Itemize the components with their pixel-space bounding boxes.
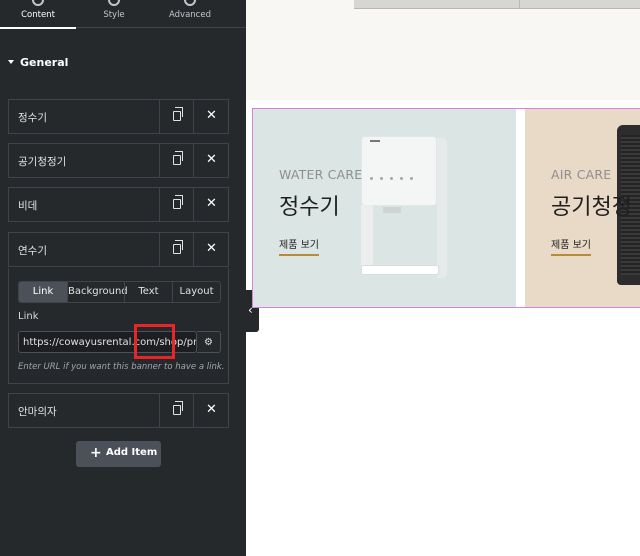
duplicate-button[interactable] — [159, 187, 194, 222]
canvas-previous-section — [246, 0, 640, 100]
tab-style-label: Style — [103, 10, 125, 20]
canvas-image-strip — [354, 0, 640, 9]
duplicate-button[interactable] — [159, 99, 194, 134]
repeater-item[interactable]: 공기청정기 ✕ — [8, 143, 229, 178]
duplicate-button[interactable] — [159, 393, 194, 428]
banner-title: 공기청정 — [551, 195, 632, 220]
plus-icon: + — [90, 445, 102, 461]
water-purifier-image — [361, 133, 461, 283]
remove-button[interactable]: ✕ — [193, 143, 228, 178]
add-item-label: Add Item — [106, 447, 158, 458]
copy-icon — [173, 240, 183, 254]
close-icon: ✕ — [206, 241, 217, 256]
remove-button[interactable]: ✕ — [193, 187, 228, 222]
remove-button[interactable]: ✕ — [193, 393, 228, 428]
repeater-item-title: 연수기 — [18, 245, 47, 257]
gear-icon: ⚙ — [204, 337, 213, 348]
banner-link[interactable]: 제품 보기 — [551, 236, 591, 256]
duplicate-button[interactable] — [159, 232, 194, 267]
banner-air-care[interactable]: AIR CARE 공기청정 제품 보기 — [525, 109, 640, 307]
panel-tabs: Content Style Advanced — [0, 0, 246, 29]
caret-down-icon — [8, 60, 14, 64]
banner-title: 정수기 — [279, 195, 340, 220]
close-icon: ✕ — [206, 152, 217, 167]
close-icon: ✕ — [206, 402, 217, 417]
repeater-item-expanded[interactable]: 연수기 ✕ — [8, 232, 229, 267]
repeater-item-controls: Link Background Text Layout Link https:/… — [8, 268, 229, 384]
add-item-button[interactable]: + Add Item — [76, 441, 161, 467]
banner-water-care[interactable]: WATER CARE 정수기 제품 보기 — [253, 109, 516, 307]
pencil-icon — [32, 0, 44, 6]
repeater-item[interactable]: 안마의자 ✕ — [8, 393, 229, 428]
tab-advanced[interactable]: Advanced — [152, 0, 228, 28]
repeater-item-title: 정수기 — [18, 112, 47, 124]
link-options-button[interactable]: ⚙ — [197, 331, 221, 353]
duplicate-button[interactable] — [159, 143, 194, 178]
tab-content[interactable]: Content — [0, 0, 76, 29]
remove-button[interactable]: ✕ — [193, 232, 228, 267]
banner-section[interactable]: WATER CARE 정수기 제품 보기 AIR CARE 공기청정 제품 보기 — [252, 108, 640, 308]
copy-icon — [173, 195, 183, 209]
annotation-highlight-box — [134, 324, 175, 359]
repeater-item-title: 비데 — [18, 200, 38, 212]
close-icon: ✕ — [206, 196, 217, 211]
link-field-label: Link — [18, 311, 39, 322]
half-circle-icon — [108, 0, 120, 6]
inner-tab-link[interactable]: Link — [19, 282, 67, 302]
remove-button[interactable]: ✕ — [193, 99, 228, 134]
banner-link[interactable]: 제품 보기 — [279, 236, 319, 256]
section-title: General — [20, 56, 69, 69]
close-icon: ✕ — [206, 108, 217, 123]
inner-tab-text[interactable]: Text — [124, 282, 172, 302]
inner-tabs: Link Background Text Layout — [18, 281, 221, 303]
banner-subtitle: WATER CARE — [279, 167, 363, 182]
editor-panel: Content Style Advanced General 정수기 ✕ 공기청… — [0, 0, 246, 556]
tab-advanced-label: Advanced — [169, 10, 211, 20]
copy-icon — [173, 107, 183, 121]
inner-tab-background[interactable]: Background — [67, 282, 128, 302]
link-help-text: Enter URL if you want this banner to hav… — [18, 362, 225, 372]
repeater-item-title: 안마의자 — [18, 406, 57, 418]
repeater-item-title: 공기청정기 — [18, 156, 67, 168]
copy-icon — [173, 401, 183, 415]
section-toggle-general[interactable]: General — [8, 56, 68, 70]
gear-icon — [184, 0, 196, 6]
tab-style[interactable]: Style — [76, 0, 152, 28]
inner-tab-layout[interactable]: Layout — [172, 282, 220, 302]
copy-icon — [173, 151, 183, 165]
repeater-item[interactable]: 비데 ✕ — [8, 187, 229, 222]
tab-content-label: Content — [21, 10, 55, 20]
repeater-item[interactable]: 정수기 ✕ — [8, 99, 229, 134]
banner-subtitle: AIR CARE — [551, 167, 612, 182]
